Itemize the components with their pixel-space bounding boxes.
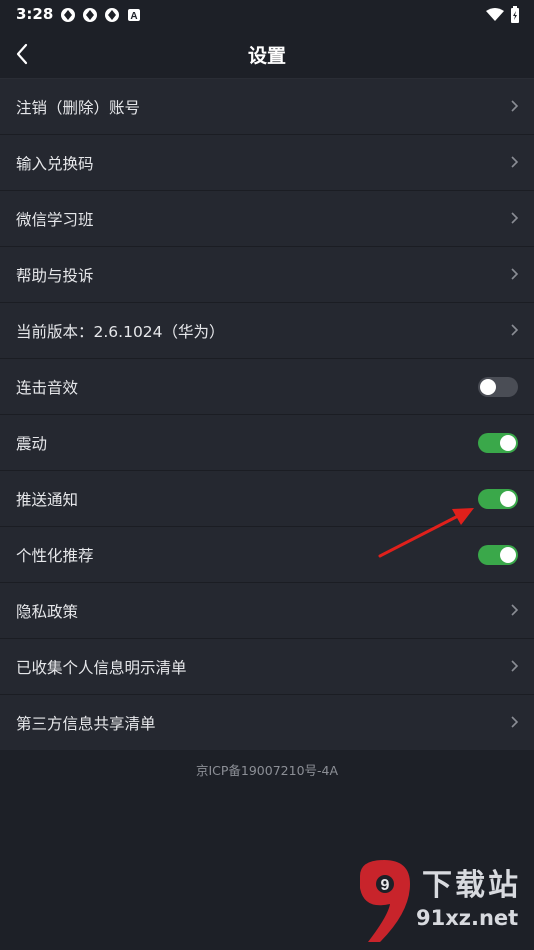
chevron-right-icon: [511, 156, 519, 168]
combo-sound-toggle[interactable]: [478, 376, 518, 397]
settings-row-vibration: 震动: [0, 415, 534, 471]
personalized-recommendation-toggle[interactable]: [478, 544, 518, 565]
watermark-brand: 下载站: [422, 868, 521, 903]
settings-row-wechat-class[interactable]: 微信学习班: [0, 191, 534, 247]
settings-row-combo-sound: 连击音效: [0, 359, 534, 415]
settings-row-privacy-policy[interactable]: 隐私政策: [0, 583, 534, 639]
site-watermark: 9 下载站 91xz.net: [350, 856, 528, 946]
chevron-right-icon: [511, 716, 519, 728]
settings-row-redeem-code[interactable]: 输入兑换码: [0, 135, 534, 191]
chevron-right-icon: [511, 268, 519, 280]
app-notification-icon: [83, 8, 97, 22]
row-label: 当前版本：2.6.1024（华为）: [16, 322, 225, 341]
toggle-knob: [500, 490, 516, 507]
settings-list: 注销（删除）账号 输入兑换码 微信学习班 帮助与投诉 当前版本：2.6.1024…: [0, 79, 534, 750]
badge-a-icon: A: [128, 9, 140, 22]
row-label: 第三方信息共享清单: [16, 714, 156, 733]
settings-row-delete-account[interactable]: 注销（删除）账号: [0, 79, 534, 135]
row-label: 个性化推荐: [16, 546, 94, 565]
icp-footer: 京ICP备19007210号-4A: [195, 763, 339, 778]
wifi-icon: [486, 8, 504, 21]
chevron-right-icon: [511, 604, 519, 616]
settings-row-push-notifications: 推送通知: [0, 471, 534, 527]
row-label: 隐私政策: [16, 602, 79, 621]
toggle-knob: [500, 546, 516, 563]
battery-charging-icon: [511, 6, 519, 23]
settings-row-third-party-sharing[interactable]: 第三方信息共享清单: [0, 695, 534, 750]
chevron-right-icon: [511, 324, 519, 336]
app-notification-icon: [61, 8, 75, 22]
toggle-knob: [480, 378, 496, 395]
notification-icons: A: [60, 7, 142, 23]
watermark-logo-text: 9: [381, 877, 390, 894]
system-icons: [486, 6, 520, 24]
row-label: 帮助与投诉: [16, 266, 94, 285]
toggle-knob: [500, 434, 516, 451]
row-label: 注销（删除）账号: [16, 98, 141, 117]
watermark-domain: 91xz.net: [416, 906, 519, 930]
status-time: 3:28: [16, 5, 54, 23]
vibration-toggle[interactable]: [478, 432, 518, 453]
chevron-right-icon: [511, 100, 519, 112]
app-header: 设置: [0, 30, 534, 79]
row-label: 微信学习班: [16, 210, 94, 229]
row-label: 已收集个人信息明示清单: [16, 658, 187, 677]
settings-row-personalized-recommendation: 个性化推荐: [0, 527, 534, 583]
status-bar: 3:28 A: [0, 0, 534, 30]
chevron-right-icon: [511, 660, 519, 672]
settings-row-personal-info-list[interactable]: 已收集个人信息明示清单: [0, 639, 534, 695]
row-label: 连击音效: [16, 378, 79, 397]
row-label: 震动: [16, 434, 48, 453]
settings-row-version[interactable]: 当前版本：2.6.1024（华为）: [0, 303, 534, 359]
row-label: 输入兑换码: [16, 154, 94, 173]
page-title: 设置: [247, 45, 286, 67]
chevron-right-icon: [511, 212, 519, 224]
push-notifications-toggle[interactable]: [478, 488, 518, 509]
row-label: 推送通知: [16, 490, 79, 509]
app-notification-icon: [105, 8, 119, 22]
notif-badge-letter: A: [130, 11, 137, 22]
watermark-logo-icon: 9: [360, 860, 410, 942]
settings-row-help[interactable]: 帮助与投诉: [0, 247, 534, 303]
